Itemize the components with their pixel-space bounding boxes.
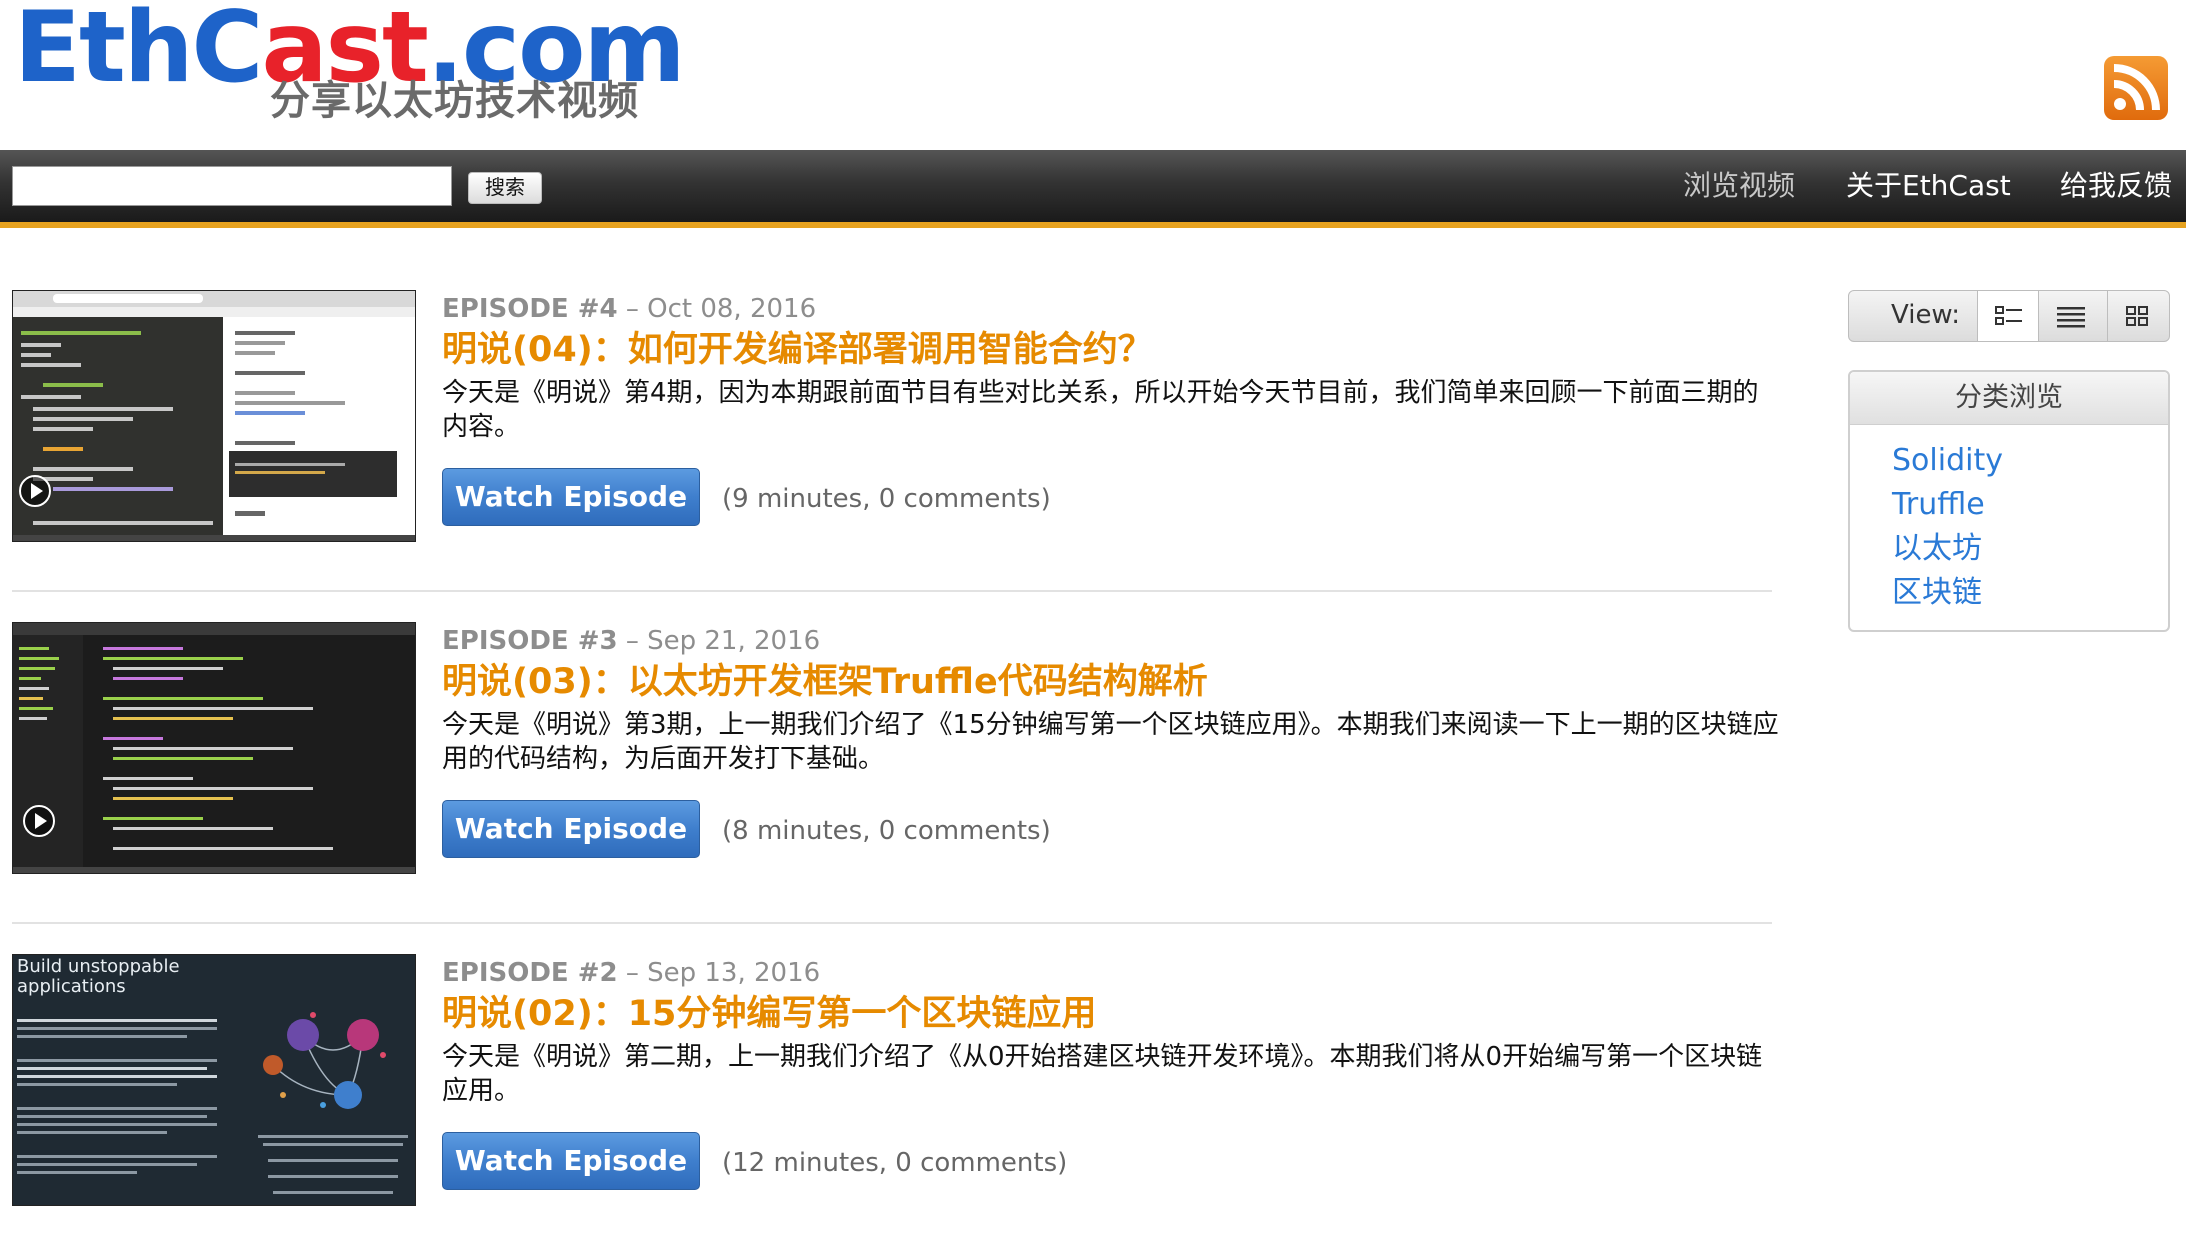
episode-meta: EPISODE #2 – Sep 13, 2016 xyxy=(442,956,820,990)
episode-title-link[interactable]: 明说(03)：以太坊开发框架Truffle代码结构解析 xyxy=(442,660,1208,704)
episode-description: 今天是《明说》第3期，上一期我们介绍了《15分钟编写第一个区块链应用》。本期我们… xyxy=(442,710,1779,774)
view-switcher: View: xyxy=(1848,290,2170,342)
category-link-ethereum[interactable]: 以太坊 xyxy=(1892,530,1982,568)
episode-meta: EPISODE #3 – Sep 21, 2016 xyxy=(442,624,820,658)
compact-list-icon xyxy=(2057,307,2085,328)
episode-title-link[interactable]: 明说(04)：如何开发编译部署调用智能合约？ xyxy=(442,328,1153,372)
list-view-icon xyxy=(1995,306,2022,325)
view-label: View: xyxy=(1891,300,1961,330)
view-grid-button[interactable] xyxy=(2107,291,2169,341)
episode-item: EPISODE #4 – Oct 08, 2016 明说(04)：如何开发编译部… xyxy=(12,290,1772,592)
watch-episode-button[interactable]: Watch Episode xyxy=(442,1132,700,1190)
logo-wordmark-part: EthC xyxy=(14,0,263,105)
logo-tagline: 分享以太坊技术视频 xyxy=(270,78,639,124)
view-list-button[interactable] xyxy=(1977,291,2039,341)
episode-meta: EPISODE #4 – Oct 08, 2016 xyxy=(442,292,816,326)
episode-number: EPISODE #4 xyxy=(442,294,618,324)
site-header: EthCast.com 分享以太坊技术视频 xyxy=(0,0,2186,150)
episode-number: EPISODE #2 xyxy=(442,958,618,988)
grid-view-icon xyxy=(2126,306,2148,326)
episode-stats: (12 minutes, 0 comments) xyxy=(722,1148,1068,1178)
category-panel-header: 分类浏览 xyxy=(1850,372,2168,425)
category-panel: 分类浏览 Solidity Truffle 以太坊 区块链 xyxy=(1848,370,2170,632)
category-link-truffle[interactable]: Truffle xyxy=(1892,486,1985,524)
episode-number: EPISODE #3 xyxy=(442,626,618,656)
view-compact-button[interactable] xyxy=(2037,291,2108,341)
watch-episode-button[interactable]: Watch Episode xyxy=(442,800,700,858)
episode-date: – Oct 08, 2016 xyxy=(625,294,817,324)
episode-thumbnail[interactable] xyxy=(12,290,416,542)
episode-stats: (8 minutes, 0 comments) xyxy=(722,816,1051,846)
category-link-blockchain[interactable]: 区块链 xyxy=(1892,574,1982,612)
search-input[interactable] xyxy=(12,166,452,206)
episode-item: Build unstoppable applications EPISODE #… xyxy=(12,954,1772,1254)
category-link-solidity[interactable]: Solidity xyxy=(1892,442,2003,480)
watch-episode-button[interactable]: Watch Episode xyxy=(442,468,700,526)
nav-about[interactable]: 关于EthCast xyxy=(1846,168,2011,204)
episode-description: 今天是《明说》第4期，因为本期跟前面节目有些对比关系，所以开始今天节目前，我们简… xyxy=(442,378,1759,442)
nav-bar: 搜索 浏览视频 关于EthCast 给我反馈 xyxy=(0,150,2186,228)
episode-stats: (9 minutes, 0 comments) xyxy=(722,484,1051,514)
nav-feedback[interactable]: 给我反馈 xyxy=(2060,168,2172,204)
search-button[interactable]: 搜索 xyxy=(468,172,542,204)
episode-thumbnail[interactable]: Build unstoppable applications xyxy=(12,954,416,1206)
episode-description: 今天是《明说》第二期，上一期我们介绍了《从0开始搭建区块链开发环境》。本期我们将… xyxy=(442,1042,1763,1106)
rss-feed-icon[interactable] xyxy=(2104,56,2168,120)
episode-date: – Sep 21, 2016 xyxy=(625,626,821,656)
episode-item: EPISODE #3 – Sep 21, 2016 明说(03)：以太坊开发框架… xyxy=(12,622,1779,924)
episode-thumbnail[interactable] xyxy=(12,622,416,874)
episode-title-link[interactable]: 明说(02)：15分钟编写第一个区块链应用 xyxy=(442,992,1096,1036)
episode-date: – Sep 13, 2016 xyxy=(625,958,821,988)
nav-browse-videos[interactable]: 浏览视频 xyxy=(1683,168,1795,204)
